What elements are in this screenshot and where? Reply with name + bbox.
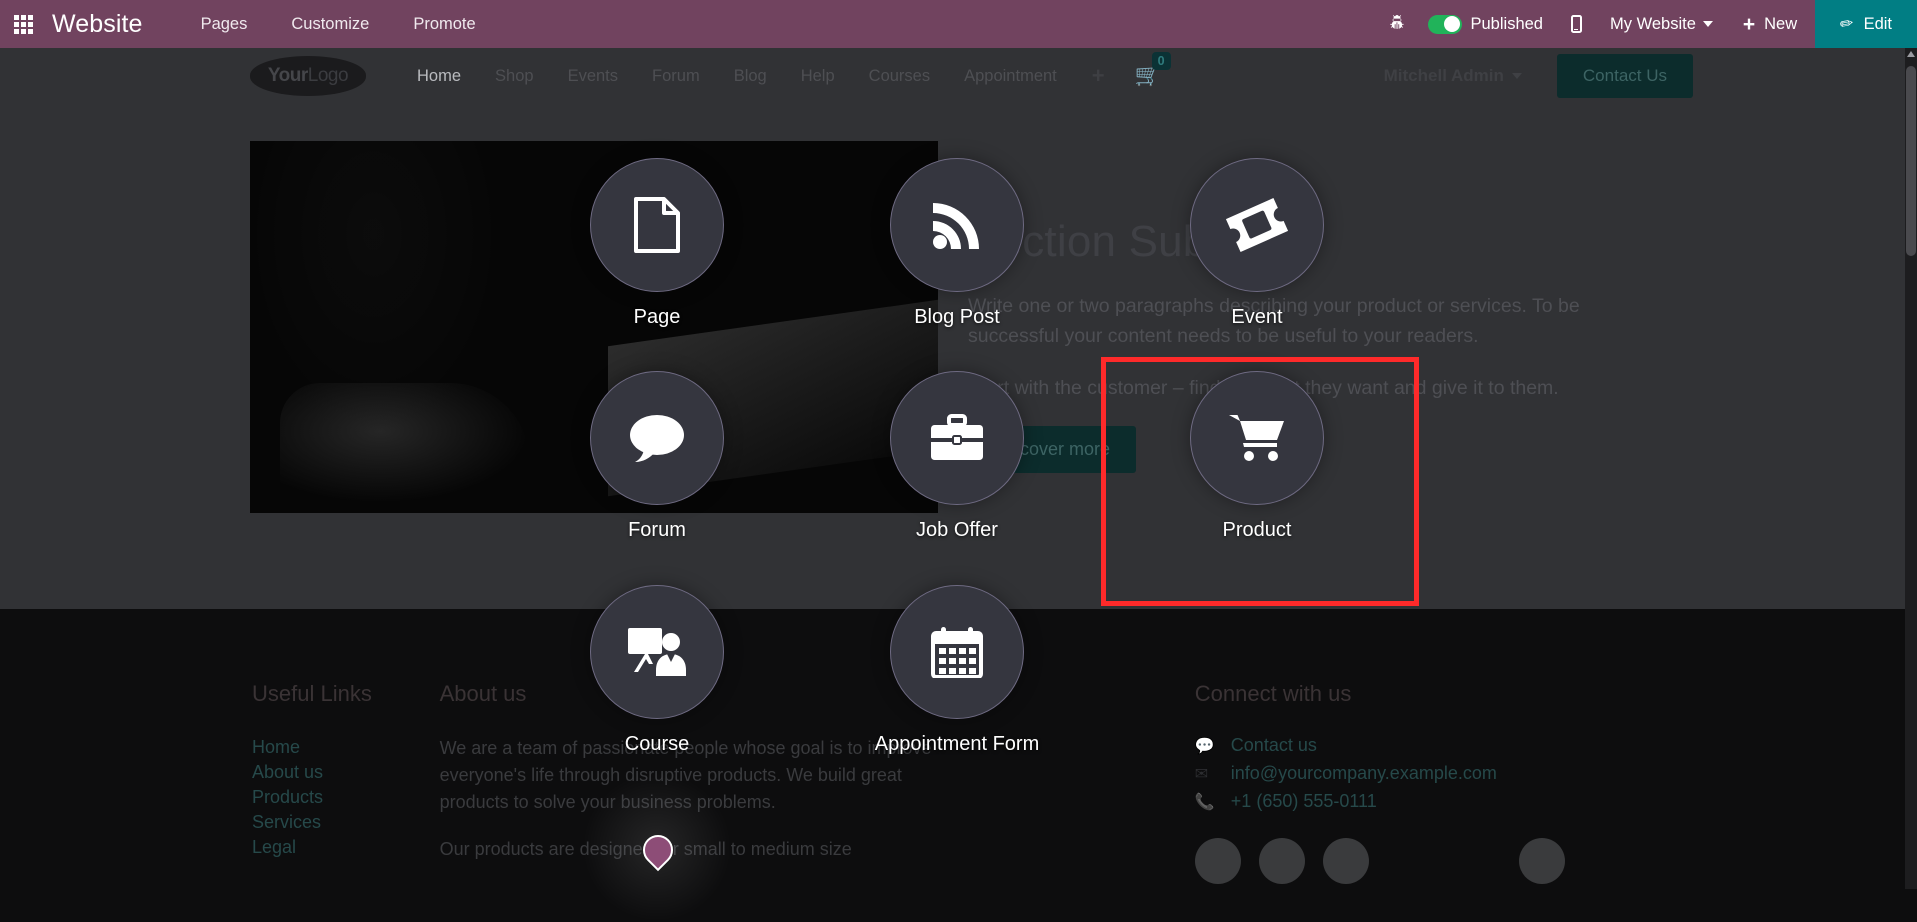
edit-button-label: Edit: [1864, 15, 1892, 34]
nav-link-courses[interactable]: Courses: [852, 67, 947, 86]
social-twitter-icon[interactable]: [1259, 838, 1305, 884]
user-menu-label: Mitchell Admin: [1384, 66, 1504, 86]
footer-contact-us-label: Contact us: [1231, 735, 1317, 756]
nav-link-appointment[interactable]: Appointment: [947, 67, 1074, 86]
footer-link-services[interactable]: Services: [252, 810, 440, 835]
odoo-top-bar-right: Published My Website + New ✏ Edit: [1374, 0, 1917, 48]
contact-us-button[interactable]: Contact Us: [1557, 54, 1693, 98]
footer-phone-label: +1 (650) 555-0111: [1231, 791, 1377, 812]
hero-image: [250, 141, 938, 513]
nav-link-events[interactable]: Events: [551, 67, 635, 86]
footer-link-products[interactable]: Products: [252, 785, 440, 810]
nav-link-forum[interactable]: Forum: [635, 67, 717, 86]
footer-email-row[interactable]: ✉ info@yourcompany.example.com: [1195, 763, 1645, 784]
social-linkedin-icon[interactable]: [1323, 838, 1369, 884]
pencil-icon: ✏: [1839, 13, 1856, 35]
nav-link-help[interactable]: Help: [784, 67, 852, 86]
website-logo[interactable]: YourLogo: [250, 56, 366, 96]
publish-label: Published: [1471, 15, 1543, 34]
hero-text-block: Section Subtitle Write one or two paragr…: [968, 217, 1598, 473]
new-button[interactable]: + New: [1725, 0, 1815, 48]
odoo-top-bar: Website Pages Customize Promote Publishe…: [0, 0, 1917, 48]
footer-contact-us-row[interactable]: 💬 Contact us: [1195, 735, 1645, 756]
footer-about-paragraph-1: We are a team of passionate people whose…: [440, 735, 965, 816]
logo-bold-text: Your: [268, 65, 308, 86]
nav-link-shop[interactable]: Shop: [478, 67, 551, 86]
nav-add-page-icon[interactable]: +: [1074, 63, 1123, 89]
website-footer: Useful Links Home About us Products Serv…: [0, 609, 1905, 889]
publish-toggle[interactable]: Published: [1420, 0, 1549, 48]
cart-button[interactable]: 🛒 0: [1135, 64, 1161, 88]
website-navbar: YourLogo Home Shop Events Forum Blog Hel…: [0, 48, 1905, 104]
plus-icon: +: [1743, 14, 1755, 35]
scroll-up-arrow-icon[interactable]: [1907, 51, 1915, 57]
menu-item-pages[interactable]: Pages: [179, 0, 270, 48]
footer-link-about-us[interactable]: About us: [252, 760, 440, 785]
page-scrollbar[interactable]: [1905, 48, 1917, 889]
odoo-main-menu: Pages Customize Promote: [179, 0, 498, 48]
envelope-icon: ✉: [1195, 764, 1217, 784]
footer-phone-row[interactable]: 📞 +1 (650) 555-0111: [1195, 791, 1645, 812]
hero-paragraph-1: Write one or two paragraphs describing y…: [968, 291, 1598, 351]
scrollbar-thumb[interactable]: [1906, 66, 1916, 256]
footer-about-paragraph-2: Our products are designed for small to m…: [440, 836, 965, 863]
hero-title: Section Subtitle: [968, 217, 1598, 267]
social-facebook-icon[interactable]: [1195, 838, 1241, 884]
footer-useful-links: Useful Links Home About us Products Serv…: [252, 681, 440, 884]
footer-about-us: About us We are a team of passionate peo…: [440, 681, 965, 884]
nav-link-blog[interactable]: Blog: [717, 67, 784, 86]
new-button-label: New: [1764, 15, 1797, 34]
nav-link-home[interactable]: Home: [400, 67, 478, 86]
phone-icon: 📞: [1195, 792, 1217, 812]
cart-count-badge: 0: [1152, 52, 1171, 70]
footer-email-label: info@yourcompany.example.com: [1231, 763, 1497, 784]
menu-item-promote[interactable]: Promote: [391, 0, 497, 48]
user-menu[interactable]: Mitchell Admin: [1384, 66, 1522, 86]
footer-social-links: [1195, 838, 1645, 884]
logo-light-text: Logo: [308, 65, 348, 86]
hero-paragraph-2: Start with the customer – find out what …: [968, 373, 1598, 403]
website-preview: YourLogo Home Shop Events Forum Blog Hel…: [0, 48, 1905, 889]
menu-item-customize[interactable]: Customize: [269, 0, 391, 48]
website-selector[interactable]: My Website: [1598, 0, 1725, 48]
footer-useful-links-title: Useful Links: [252, 681, 440, 707]
footer-connect: Connect with us 💬 Contact us ✉ info@your…: [1195, 681, 1645, 884]
bug-icon[interactable]: [1374, 0, 1420, 48]
website-selector-label: My Website: [1610, 15, 1696, 34]
mobile-preview-icon[interactable]: [1549, 0, 1598, 48]
chevron-down-icon: [1512, 73, 1522, 79]
website-nav-links: Home Shop Events Forum Blog Help Courses…: [400, 63, 1161, 89]
website-nav-right: Mitchell Admin Contact Us: [1384, 54, 1905, 98]
chevron-down-icon: [1703, 21, 1713, 27]
social-instagram-icon[interactable]: [1519, 838, 1565, 884]
publish-switch[interactable]: [1428, 15, 1462, 34]
footer-link-home[interactable]: Home: [252, 735, 440, 760]
hero-section: Section Subtitle Write one or two paragr…: [0, 104, 1905, 609]
edit-button[interactable]: ✏ Edit: [1815, 0, 1917, 48]
footer-about-title: About us: [440, 681, 965, 707]
comment-icon: 💬: [1195, 736, 1217, 756]
footer-connect-title: Connect with us: [1195, 681, 1645, 707]
footer-link-legal[interactable]: Legal: [252, 835, 440, 860]
apps-grid-icon[interactable]: [0, 0, 46, 48]
app-brand-title: Website: [46, 10, 153, 39]
discover-more-button[interactable]: Discover more: [968, 426, 1136, 473]
